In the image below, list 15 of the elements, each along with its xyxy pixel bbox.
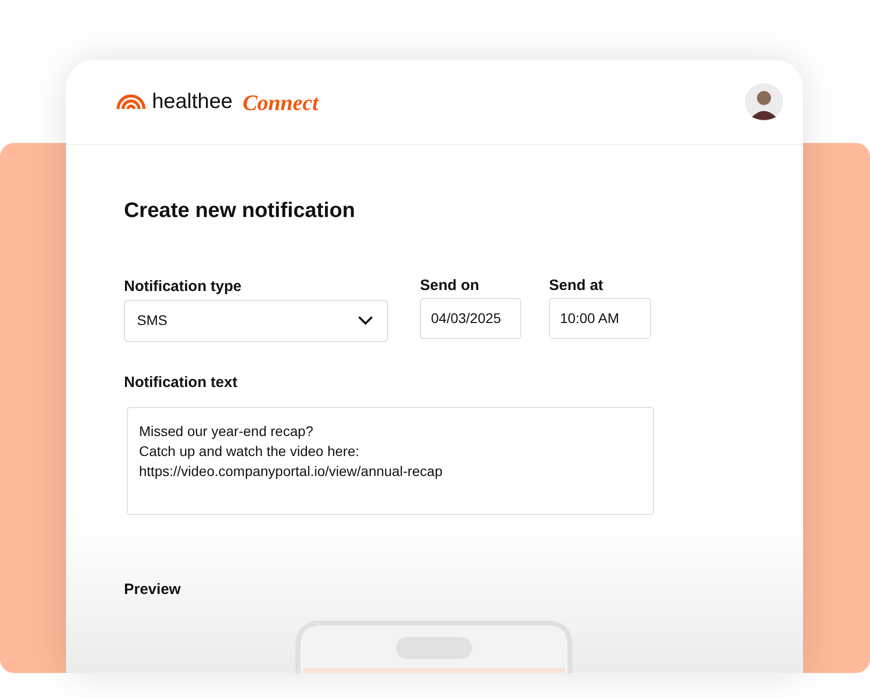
section-label: Preview (124, 580, 182, 600)
field-label: Send at (549, 276, 604, 294)
form-title: Create new notification (124, 198, 356, 224)
time-field[interactable]: 10:00 AM (549, 298, 651, 338)
logo-icon (116, 94, 146, 110)
chevron-down-icon (358, 316, 373, 325)
product-name: Connect (242, 88, 318, 116)
field-label: Notification text (124, 372, 238, 392)
field-label: Notification type (124, 276, 243, 296)
brand-name: healthee (152, 89, 233, 116)
date-field[interactable]: 04/03/2025 (420, 298, 521, 338)
avatar[interactable] (745, 83, 783, 121)
type-dropdown[interactable]: SMS (124, 300, 388, 342)
field-label: Send on (420, 276, 480, 294)
notification-text-field[interactable]: Missed our year-end recap? Catch up and watch the video here: https://video.companyportal.io/view/annual-recap (127, 407, 654, 515)
